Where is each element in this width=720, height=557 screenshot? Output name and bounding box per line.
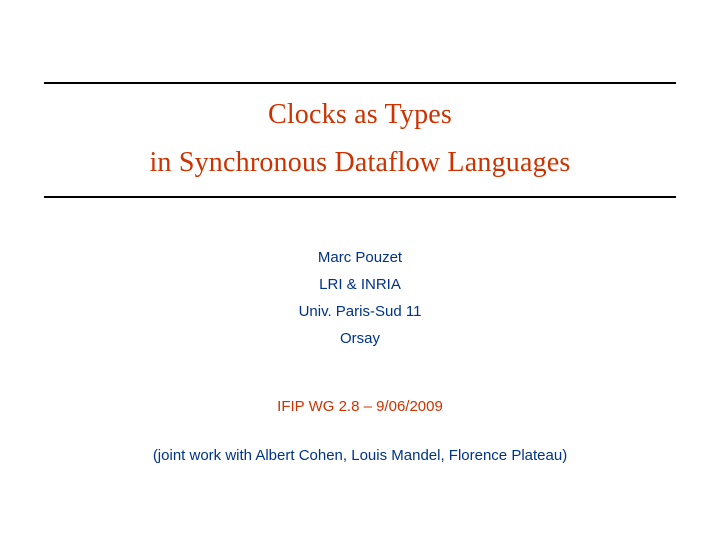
slide: Clocks as Types in Synchronous Dataflow … — [0, 0, 720, 557]
author-name: Marc Pouzet — [0, 244, 720, 271]
title-line1: Clocks as Types — [0, 98, 720, 132]
author-block: Marc Pouzet LRI & INRIA Univ. Paris-Sud … — [0, 244, 720, 352]
author-location: Orsay — [0, 325, 720, 352]
joint-work-line: (joint work with Albert Cohen, Louis Man… — [0, 447, 720, 464]
author-affiliation2: Univ. Paris-Sud 11 — [0, 298, 720, 325]
title-block: Clocks as Types in Synchronous Dataflow … — [0, 98, 720, 179]
event-line: IFIP WG 2.8 – 9/06/2009 — [0, 398, 720, 415]
title-line2: in Synchronous Dataflow Languages — [0, 146, 720, 180]
author-affiliation1: LRI & INRIA — [0, 271, 720, 298]
rule-bottom — [44, 196, 676, 198]
rule-top — [44, 82, 676, 84]
